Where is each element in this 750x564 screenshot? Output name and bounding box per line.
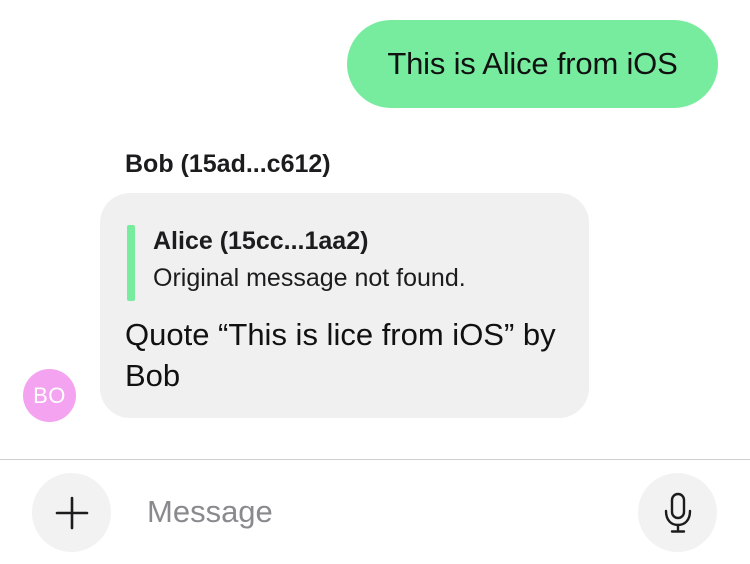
- avatar-initials: BO: [33, 382, 66, 408]
- outgoing-message-bubble[interactable]: This is Alice from iOS: [347, 20, 718, 108]
- incoming-message-bubble[interactable]: Alice (15cc...1aa2) Original message not…: [100, 193, 589, 418]
- microphone-button[interactable]: [638, 473, 717, 552]
- quote-author: Alice (15cc...1aa2): [153, 227, 369, 255]
- quote-bar: [127, 225, 135, 301]
- attach-button[interactable]: [32, 473, 111, 552]
- plus-icon: [55, 496, 88, 529]
- incoming-message-text: Quote “This is lice from iOS” by Bob: [125, 317, 556, 393]
- sender-name: Bob (15ad...c612): [125, 150, 331, 178]
- avatar[interactable]: BO: [23, 369, 76, 422]
- chat-screen: This is Alice from iOS Bob (15ad...c612)…: [0, 0, 750, 564]
- quote-text: Original message not found.: [153, 264, 466, 292]
- composer-bar: [0, 459, 750, 564]
- message-input[interactable]: [147, 488, 617, 536]
- microphone-icon: [664, 492, 691, 533]
- quoted-message[interactable]: Alice (15cc...1aa2) Original message not…: [127, 225, 466, 301]
- outgoing-message-text: This is Alice from iOS: [387, 46, 678, 81]
